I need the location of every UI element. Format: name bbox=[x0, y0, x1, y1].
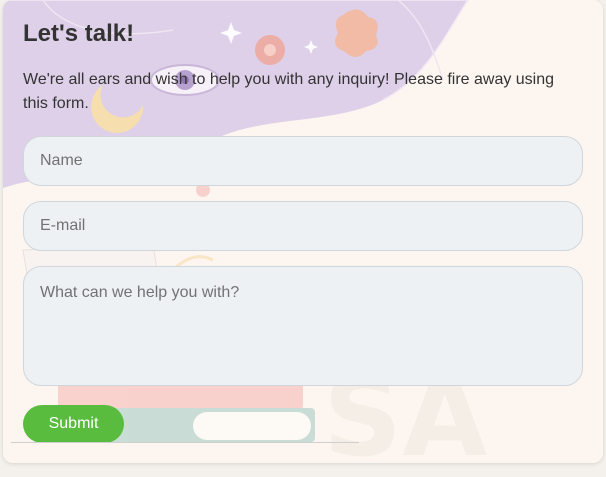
submit-button[interactable]: Submit bbox=[23, 405, 124, 443]
message-textarea[interactable] bbox=[23, 266, 583, 386]
name-input[interactable] bbox=[23, 136, 583, 186]
intro-text: We're all ears and wish to help you with… bbox=[23, 71, 555, 112]
contact-card: SA Let's talk! We're all ears and wish t… bbox=[3, 0, 603, 463]
divider bbox=[11, 442, 359, 443]
email-input[interactable] bbox=[23, 201, 583, 251]
page-title: Let's talk! bbox=[23, 20, 135, 47]
